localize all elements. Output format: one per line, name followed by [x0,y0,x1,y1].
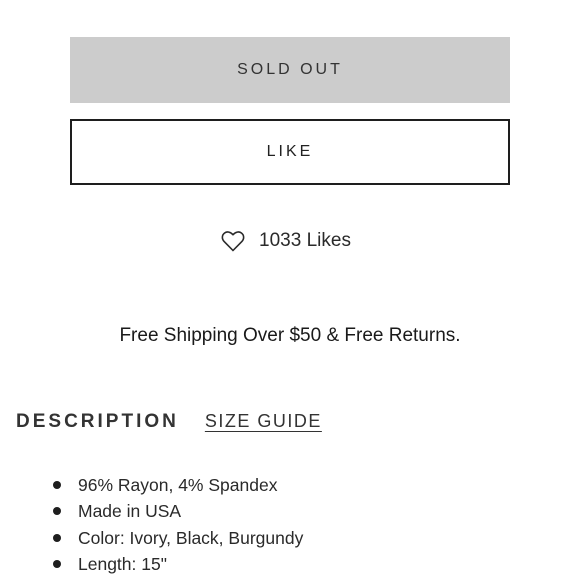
product-actions-panel: SOLD OUT LIKE 1033 Likes Free Shipping O… [0,0,580,580]
likes-count: 1033 Likes [0,230,580,252]
list-item: 96% Rayon, 4% Spandex [0,472,303,498]
like-button[interactable]: LIKE [70,119,510,185]
bullet-icon [53,481,61,489]
list-item-text: Length: 15" [78,553,167,574]
list-item: Color: Ivory, Black, Burgundy [0,525,303,551]
list-item-text: Made in USA [78,501,182,522]
list-item: Made in USA [0,498,303,524]
sold-out-button[interactable]: SOLD OUT [70,37,510,103]
description-list: 96% Rayon, 4% Spandex Made in USA Color:… [0,472,303,577]
tab-size-guide[interactable]: SIZE GUIDE [205,411,322,432]
tab-description[interactable]: DESCRIPTION [16,411,179,433]
list-item: Length: 15" [0,551,303,577]
bullet-icon [53,533,61,542]
list-item-text: 96% Rayon, 4% Spandex [78,475,278,495]
product-info-tabs: DESCRIPTION SIZE GUIDE [16,411,322,433]
likes-count-text: 1033 Likes [259,230,351,251]
heart-outline-icon[interactable] [221,230,245,252]
shipping-notice: Free Shipping Over $50 & Free Returns. [119,325,461,346]
bullet-icon [53,507,61,516]
list-item-text: Color: Ivory, Black, Burgundy [78,527,304,548]
bullet-icon [53,559,61,568]
